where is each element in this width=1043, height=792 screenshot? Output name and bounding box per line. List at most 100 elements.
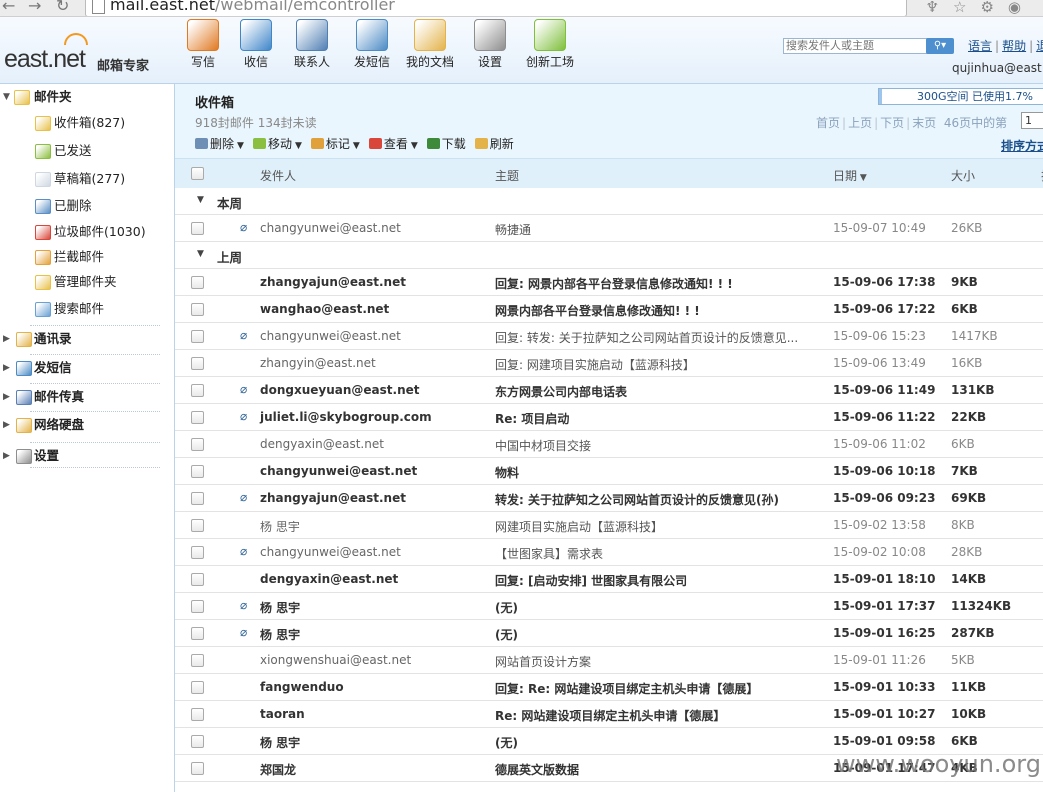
sidebar-item[interactable]: 垃圾邮件(1030) bbox=[0, 222, 174, 242]
row-checkbox[interactable] bbox=[191, 438, 204, 451]
sidebar-item[interactable]: 已发送 bbox=[0, 141, 174, 161]
row-checkbox[interactable] bbox=[191, 762, 204, 775]
mail-row[interactable]: zhangyajun@east.net 回复: 网景内部各平台登录信息修改通知! … bbox=[175, 269, 1043, 296]
exit-link[interactable]: 退 bbox=[1036, 39, 1043, 53]
expand-right-icon[interactable]: ▶ bbox=[3, 446, 10, 466]
action-button[interactable]: 刷新 bbox=[474, 135, 514, 152]
sidebar-section[interactable]: ▶ 通讯录 bbox=[0, 329, 174, 349]
sort-link[interactable]: 排序方式 bbox=[1001, 137, 1043, 154]
row-checkbox[interactable] bbox=[191, 573, 204, 586]
mail-row[interactable]: changyunwei@east.net 物料 15-09-06 10:18 7KB bbox=[175, 458, 1043, 485]
pager-last[interactable]: 末页 bbox=[912, 116, 936, 130]
sidebar-item[interactable]: 搜索邮件 bbox=[0, 299, 174, 319]
address-bar[interactable]: mail.east.net/webmail/emcontroller bbox=[85, 0, 907, 16]
sidebar-section[interactable]: ▶ 发短信 bbox=[0, 358, 174, 378]
row-checkbox[interactable] bbox=[191, 465, 204, 478]
group-header[interactable]: ▼ 本周 bbox=[175, 188, 1043, 215]
page-number-input[interactable]: 1 bbox=[1021, 112, 1043, 129]
sidebar-section[interactable]: ▶ 设置 bbox=[0, 446, 174, 466]
action-button[interactable]: 下载 bbox=[426, 135, 466, 152]
browser-extension-icons[interactable]: ♆☆⚙◉ bbox=[926, 0, 1035, 16]
row-checkbox[interactable] bbox=[191, 384, 204, 397]
action-button[interactable]: 标记 ▼ bbox=[310, 135, 360, 152]
dropdown-caret-icon[interactable]: ▼ bbox=[411, 141, 418, 151]
mail-row[interactable]: ⌀ 杨 思宇 (无) 15-09-01 17:37 11324KB bbox=[175, 593, 1043, 620]
col-sender[interactable]: 发件人 bbox=[260, 167, 296, 184]
toolbar-item[interactable]: 设置 bbox=[462, 19, 518, 70]
dropdown-caret-icon[interactable]: ▼ bbox=[295, 141, 302, 151]
mail-row[interactable]: ⌀ changyunwei@east.net 畅捷通 15-09-07 10:49 26… bbox=[175, 215, 1043, 242]
help-link[interactable]: 帮助 bbox=[1002, 39, 1026, 53]
row-checkbox[interactable] bbox=[191, 708, 204, 721]
mail-row[interactable]: dengyaxin@east.net 回复: [启动安排] 世图家具有限公司 15-… bbox=[175, 566, 1043, 593]
mail-row[interactable]: taoran Re: 网站建设项目绑定主机头申请【德展】 15-09-01 10:2… bbox=[175, 701, 1043, 728]
mail-row[interactable]: ⌀ dongxueyuan@east.net 东方网景公司内部电话表 15-09-06… bbox=[175, 377, 1043, 404]
mail-row[interactable]: ⌀ changyunwei@east.net 回复: 转发: 关于拉萨知之公司网站首… bbox=[175, 323, 1043, 350]
row-checkbox[interactable] bbox=[191, 627, 204, 640]
col-subject[interactable]: 主题 bbox=[495, 167, 519, 184]
mail-row[interactable]: ⌀ 杨 思宇 (无) 15-09-01 16:25 287KB bbox=[175, 620, 1043, 647]
sidebar-item[interactable]: 已删除 bbox=[0, 196, 174, 216]
toolbar-item[interactable]: 收信 bbox=[228, 19, 284, 70]
pager-next[interactable]: 下页 bbox=[880, 116, 904, 130]
expand-right-icon[interactable]: ▶ bbox=[3, 387, 10, 407]
sidebar-section[interactable]: ▶ 网络硬盘 bbox=[0, 415, 174, 435]
row-checkbox[interactable] bbox=[191, 681, 204, 694]
col-size[interactable]: 大小 bbox=[951, 167, 975, 184]
mail-row[interactable]: zhangyin@east.net 回复: 网建项目实施启动【蓝源科技】 15-09… bbox=[175, 350, 1043, 377]
col-date[interactable]: 日期 ▼ bbox=[833, 167, 867, 184]
user-account[interactable]: qujinhua@east bbox=[952, 61, 1042, 75]
language-link[interactable]: 语言 bbox=[968, 39, 992, 53]
mail-row[interactable]: ⌀ juliet.li@skybogroup.com Re: 项目启动 15-09-0… bbox=[175, 404, 1043, 431]
action-button[interactable]: 移动 ▼ bbox=[252, 135, 302, 152]
mail-row[interactable]: dengyaxin@east.net 中国中材项目交接 15-09-06 11:02… bbox=[175, 431, 1043, 458]
sidebar-section[interactable]: ▶ 邮件传真 bbox=[0, 387, 174, 407]
collapse-icon[interactable]: ▼ bbox=[197, 195, 204, 205]
sidebar-item[interactable]: 拦截邮件 bbox=[0, 247, 174, 267]
toolbar-item[interactable]: 写信 bbox=[175, 19, 231, 70]
row-checkbox[interactable] bbox=[191, 330, 204, 343]
search-button[interactable]: ⚲▾ bbox=[926, 38, 954, 54]
action-button[interactable]: 删除 ▼ bbox=[195, 135, 244, 152]
sidebar-item[interactable]: 草稿箱(277) bbox=[0, 169, 174, 189]
reload-icon[interactable]: ↻ bbox=[56, 0, 69, 15]
group-header[interactable]: ▼ 上周 bbox=[175, 242, 1043, 269]
mail-row[interactable]: fangwenduo 回复: Re: 网站建设项目绑定主机头申请【德展】 15-09… bbox=[175, 674, 1043, 701]
mail-row[interactable]: xiongwenshuai@east.net 网站首页设计方案 15-09-01 1… bbox=[175, 647, 1043, 674]
row-checkbox[interactable] bbox=[191, 519, 204, 532]
row-checkbox[interactable] bbox=[191, 735, 204, 748]
row-checkbox[interactable] bbox=[191, 411, 204, 424]
expand-right-icon[interactable]: ▶ bbox=[3, 415, 10, 435]
mail-row[interactable]: ⌀ changyunwei@east.net 【世图家具】需求表 15-09-02 1… bbox=[175, 539, 1043, 566]
mail-row[interactable]: ⌀ zhangyajun@east.net 转发: 关于拉萨知之公司网站首页设计的反… bbox=[175, 485, 1043, 512]
row-checkbox[interactable] bbox=[191, 600, 204, 613]
row-checkbox[interactable] bbox=[191, 654, 204, 667]
forward-icon[interactable]: → bbox=[28, 0, 41, 15]
select-all-checkbox[interactable] bbox=[191, 167, 204, 180]
expand-right-icon[interactable]: ▶ bbox=[3, 358, 10, 378]
expand-down-icon[interactable]: ▼ bbox=[3, 87, 10, 107]
toolbar-item[interactable]: 创新工场 bbox=[522, 19, 578, 70]
row-checkbox[interactable] bbox=[191, 303, 204, 316]
pager-prev[interactable]: 上页 bbox=[848, 116, 872, 130]
toolbar-item[interactable]: 联系人 bbox=[284, 19, 340, 70]
row-checkbox[interactable] bbox=[191, 276, 204, 289]
sidebar-item[interactable]: 管理邮件夹 bbox=[0, 272, 174, 292]
dropdown-caret-icon[interactable]: ▼ bbox=[353, 141, 360, 151]
mail-row[interactable]: wanghao@east.net 网景内部各平台登录信息修改通知! ! ! 15-0… bbox=[175, 296, 1043, 323]
expand-right-icon[interactable]: ▶ bbox=[3, 329, 10, 349]
dropdown-caret-icon[interactable]: ▼ bbox=[237, 141, 244, 151]
row-checkbox[interactable] bbox=[191, 546, 204, 559]
row-checkbox[interactable] bbox=[191, 222, 204, 235]
toolbar-item[interactable]: 发短信 bbox=[344, 19, 400, 70]
search-input[interactable] bbox=[783, 38, 929, 54]
row-checkbox[interactable] bbox=[191, 357, 204, 370]
collapse-icon[interactable]: ▼ bbox=[197, 249, 204, 259]
back-icon[interactable]: ← bbox=[2, 0, 15, 15]
row-checkbox[interactable] bbox=[191, 492, 204, 505]
action-button[interactable]: 查看 ▼ bbox=[368, 135, 418, 152]
pager-first[interactable]: 首页 bbox=[816, 116, 840, 130]
toolbar-item[interactable]: 我的文档 bbox=[402, 19, 458, 70]
mail-row[interactable]: 杨 思宇 网建项目实施启动【蓝源科技】 15-09-02 13:58 8KB bbox=[175, 512, 1043, 539]
sidebar-mail-folder[interactable]: ▼ 邮件夹 bbox=[0, 87, 174, 107]
